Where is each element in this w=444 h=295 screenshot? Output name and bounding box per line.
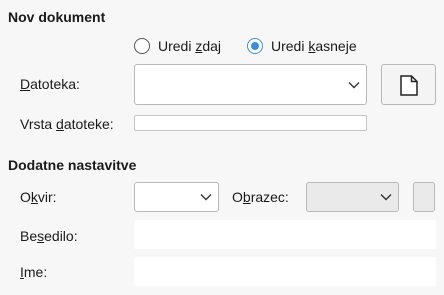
text-field[interactable] (134, 220, 436, 249)
file-combobox[interactable] (134, 64, 367, 105)
file-type-label: Vrsta datoteke: (20, 116, 114, 132)
style-options-button[interactable] (413, 182, 435, 212)
section-title-new-document: Nov dokument (8, 9, 106, 25)
chevron-down-icon (348, 81, 360, 88)
radio-edit-later-indicator[interactable] (247, 38, 263, 54)
radio-edit-later-label: Uredi kasneje (271, 38, 357, 54)
style-combobox[interactable] (306, 182, 399, 212)
style-label: Obrazec: (232, 189, 289, 205)
name-field[interactable] (134, 257, 436, 286)
chevron-down-icon (380, 194, 392, 201)
name-label: Ime: (20, 264, 48, 280)
file-type-field (134, 115, 367, 131)
chevron-down-icon (200, 194, 212, 201)
file-label: Datoteka: (20, 76, 80, 92)
frame-combobox[interactable] (134, 182, 219, 212)
radio-edit-now-indicator[interactable] (134, 38, 150, 54)
frame-label: Okvir: (20, 189, 57, 205)
section-title-additional-settings: Dodatne nastavitve (8, 157, 137, 173)
text-label: Besedilo: (20, 228, 78, 244)
radio-edit-later[interactable]: Uredi kasneje (247, 37, 357, 55)
radio-edit-now-label: Uredi zdaj (158, 38, 222, 54)
new-file-button[interactable] (381, 64, 436, 105)
document-icon (400, 75, 418, 96)
radio-edit-now[interactable]: Uredi zdaj (134, 37, 221, 55)
